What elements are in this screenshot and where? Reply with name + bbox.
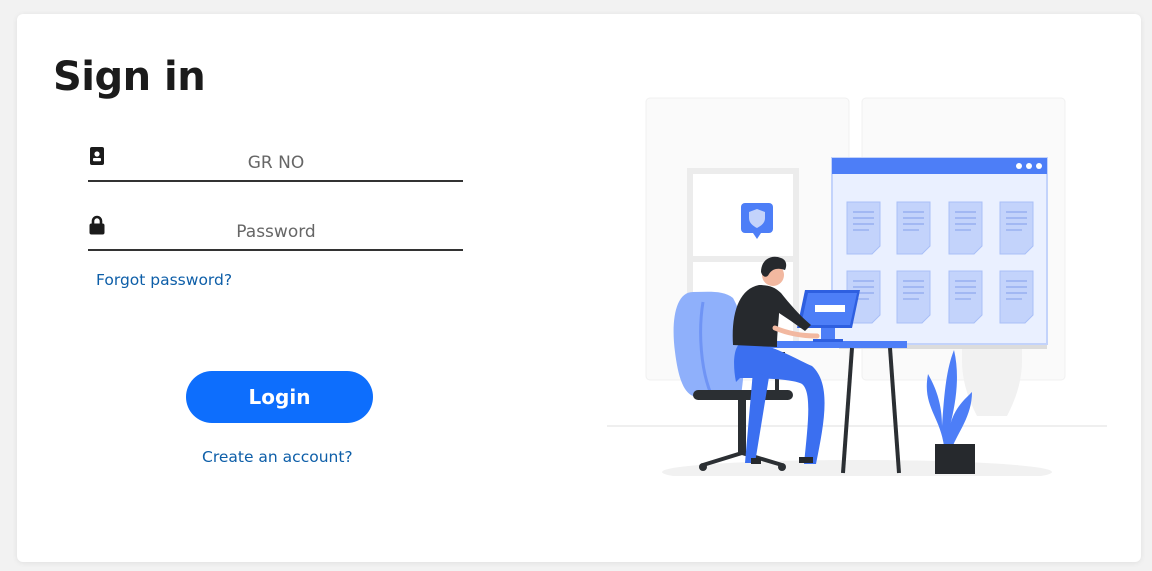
create-account-link[interactable]: Create an account?: [202, 448, 353, 466]
login-illustration: [607, 97, 1107, 476]
password-input[interactable]: [114, 217, 438, 247]
forgot-password-link[interactable]: Forgot password?: [96, 271, 232, 289]
lock-icon: [89, 215, 105, 235]
id-badge-icon: [90, 147, 104, 165]
login-button[interactable]: Login: [186, 371, 373, 423]
gr-no-field: [88, 144, 463, 182]
login-card: Sign in Forgot password? Login Create an…: [17, 14, 1141, 562]
password-field: [88, 213, 463, 251]
page-title: Sign in: [53, 54, 206, 100]
gr-no-input[interactable]: [114, 148, 438, 178]
